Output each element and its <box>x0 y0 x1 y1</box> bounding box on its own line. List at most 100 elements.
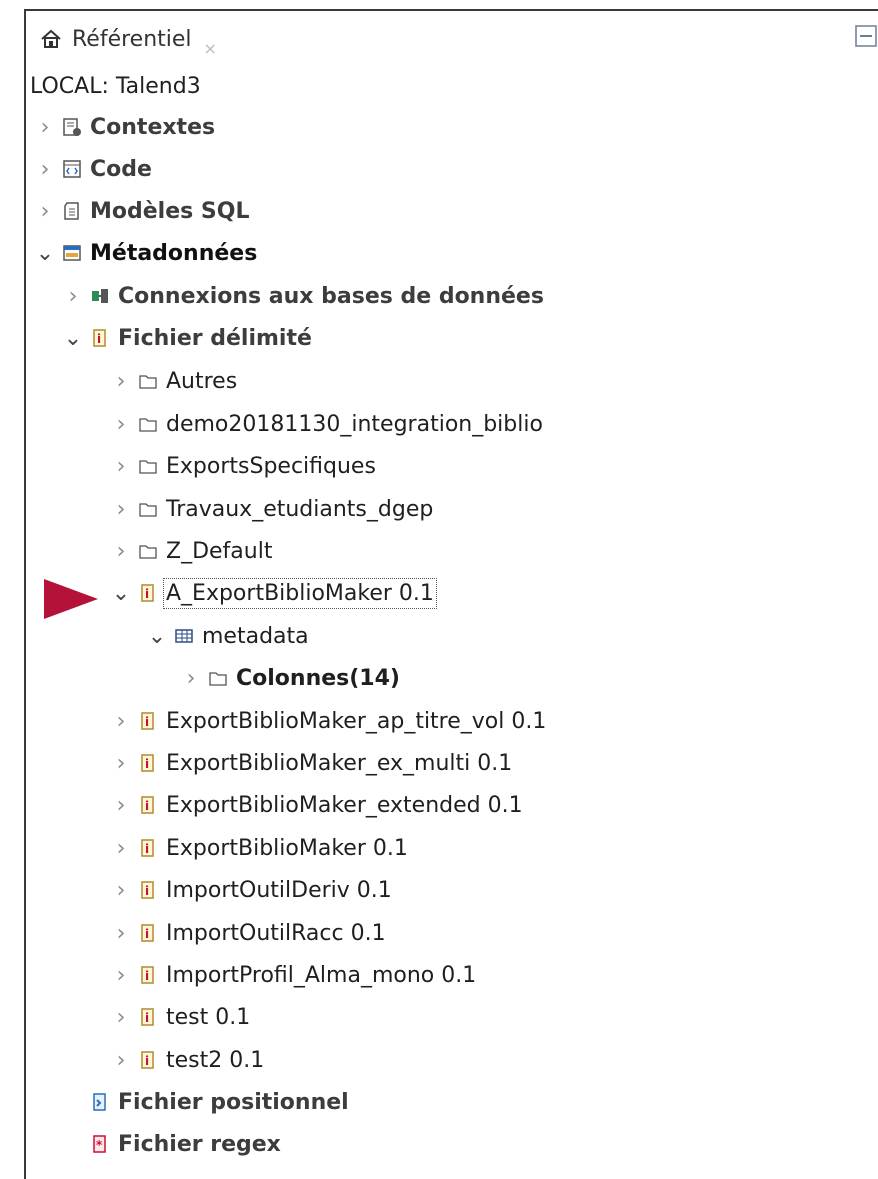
folder-icon <box>209 672 227 686</box>
svg-text:i: i <box>145 587 149 601</box>
tree-item-folder[interactable]: › demo20181130_integration_biblio <box>110 405 543 443</box>
tree-item-label: ExportBiblioMaker 0.1 <box>166 835 408 861</box>
tree-item-fichier-regex[interactable]: * Fichier regex <box>84 1125 281 1163</box>
tree-item-label: metadata <box>202 623 309 649</box>
folder-icon <box>139 375 157 389</box>
tab-title: Référentiel <box>72 26 192 52</box>
chevron-right-icon[interactable]: › <box>110 1048 132 1073</box>
chevron-right-icon[interactable]: › <box>110 412 132 437</box>
svg-text:i: i <box>145 715 149 729</box>
tree-item-file[interactable]: › i ExportBiblioMaker 0.1 <box>110 829 408 867</box>
tree-item-label: demo20181130_integration_biblio <box>166 411 543 437</box>
chevron-right-icon[interactable]: › <box>110 878 132 903</box>
tree-item-folder[interactable]: › Z_Default <box>110 532 273 570</box>
chevron-right-icon[interactable]: › <box>110 497 132 522</box>
tree-item-modeles-sql[interactable]: › Modèles SQL <box>34 192 250 230</box>
svg-text:i: i <box>145 1054 149 1068</box>
home-icon <box>41 29 61 48</box>
chevron-right-icon[interactable]: › <box>110 454 132 479</box>
delimited-file-icon: i <box>141 839 154 857</box>
tree-item-label: Modèles SQL <box>90 198 250 224</box>
chevron-right-icon[interactable]: › <box>110 1005 132 1030</box>
tree-item-folder[interactable]: › Travaux_etudiants_dgep <box>110 490 434 528</box>
tree-item-code[interactable]: › Code <box>34 150 152 188</box>
tree-item-fichier-positionnel[interactable]: Fichier positionnel <box>84 1083 349 1121</box>
tree-item-label: ExportBiblioMaker_ap_titre_vol 0.1 <box>166 708 547 734</box>
chevron-down-icon[interactable]: ⌄ <box>62 326 84 351</box>
tree-item-file[interactable]: › i ImportOutilDeriv 0.1 <box>110 871 392 909</box>
chevron-right-icon[interactable]: › <box>110 963 132 988</box>
tree-item-label: ImportOutilDeriv 0.1 <box>166 877 392 903</box>
tree-item-file[interactable]: › i ImportProfil_Alma_mono 0.1 <box>110 956 477 994</box>
metadata-icon <box>63 245 81 261</box>
project-label: LOCAL: Talend3 <box>30 74 201 99</box>
delimited-file-icon: i <box>141 712 154 730</box>
tree-item-colonnes[interactable]: › Colonnes(14) <box>180 659 400 697</box>
chevron-right-icon[interactable]: › <box>110 921 132 946</box>
tree-item-label: Travaux_etudiants_dgep <box>166 496 434 522</box>
tree-item-file[interactable]: › i ExportBiblioMaker_ap_titre_vol 0.1 <box>110 702 547 740</box>
delimited-file-icon: i <box>141 796 154 814</box>
chevron-right-icon[interactable]: › <box>110 836 132 861</box>
tab-referentiel[interactable]: Référentiel × <box>26 11 242 67</box>
svg-text:i: i <box>145 1011 149 1025</box>
tree-item-label: test 0.1 <box>166 1004 251 1030</box>
chevron-right-icon[interactable]: › <box>110 369 132 394</box>
tree-item-metadonnees[interactable]: ⌄ Métadonnées <box>34 234 258 272</box>
chevron-right-icon[interactable]: › <box>34 199 56 224</box>
regex-file-icon: * <box>93 1135 106 1153</box>
tree-item-connexions[interactable]: › Connexions aux bases de données <box>62 277 544 315</box>
tree-item-file[interactable]: › i test2 0.1 <box>110 1041 265 1079</box>
tree-item-label: ImportProfil_Alma_mono 0.1 <box>166 962 477 988</box>
folder-icon <box>139 418 157 432</box>
tree-item-file[interactable]: › i test 0.1 <box>110 998 251 1036</box>
chevron-down-icon[interactable]: ⌄ <box>110 581 132 606</box>
delimited-file-icon: i <box>93 329 106 347</box>
delimited-file-icon: i <box>141 1008 154 1026</box>
svg-text:i: i <box>145 757 149 771</box>
chevron-right-icon[interactable]: › <box>110 539 132 564</box>
chevron-right-icon[interactable]: › <box>110 793 132 818</box>
tree-item-folder[interactable]: › Autres <box>110 362 238 400</box>
delimited-file-icon: i <box>141 754 154 772</box>
tree-item-label: ImportOutilRacc 0.1 <box>166 920 386 946</box>
tree-item-label: Fichier délimité <box>118 325 312 351</box>
delimited-file-icon: i <box>141 881 154 899</box>
chevron-right-icon[interactable]: › <box>110 709 132 734</box>
chevron-down-icon[interactable]: ⌄ <box>34 241 56 266</box>
chevron-down-icon[interactable]: ⌄ <box>146 624 168 649</box>
folder-icon <box>139 545 157 559</box>
database-connection-icon <box>92 289 108 303</box>
tree-item-file[interactable]: › i ExportBiblioMaker_extended 0.1 <box>110 786 523 824</box>
chevron-right-icon[interactable]: › <box>180 666 202 691</box>
chevron-right-icon[interactable]: › <box>110 751 132 776</box>
tree-item-label: test2 0.1 <box>166 1047 265 1073</box>
tree-item-label: ExportBiblioMaker_ex_multi 0.1 <box>166 750 513 776</box>
chevron-right-icon[interactable]: › <box>34 157 56 182</box>
tree-item-metadata[interactable]: ⌄ metadata <box>146 617 309 655</box>
tree-item-file[interactable]: › i ExportBiblioMaker_ex_multi 0.1 <box>110 744 513 782</box>
view-menu-icon[interactable] <box>854 22 878 50</box>
chevron-right-icon[interactable]: › <box>62 284 84 309</box>
tree-item-selected-file[interactable]: ⌄ i A_ExportBiblioMaker 0.1 <box>110 574 437 612</box>
svg-text:i: i <box>145 884 149 898</box>
folder-icon <box>139 503 157 517</box>
close-icon[interactable]: × <box>204 39 217 58</box>
sql-template-icon <box>64 202 79 220</box>
tree-item-label: Autres <box>166 368 238 394</box>
context-icon <box>63 118 81 136</box>
svg-text:i: i <box>145 969 149 983</box>
tree-item-label: Z_Default <box>166 538 273 564</box>
tree-item-label: Connexions aux bases de données <box>118 283 544 309</box>
tree-item-contextes[interactable]: › Contextes <box>34 108 216 146</box>
tree-item-label: Fichier positionnel <box>118 1089 349 1115</box>
tree-item-folder[interactable]: › ExportsSpecifiques <box>110 447 376 485</box>
delimited-file-icon: i <box>141 1051 154 1069</box>
tree-item-file[interactable]: › i ImportOutilRacc 0.1 <box>110 914 386 952</box>
tree-item-label: Contextes <box>90 114 216 140</box>
tree-item-label: Colonnes(14) <box>236 665 400 691</box>
tree-item-fichier-delimite[interactable]: ⌄ i Fichier délimité <box>62 319 312 357</box>
pointer-arrow-icon <box>44 579 98 619</box>
chevron-right-icon[interactable]: › <box>34 115 56 140</box>
delimited-file-icon: i <box>141 584 154 602</box>
